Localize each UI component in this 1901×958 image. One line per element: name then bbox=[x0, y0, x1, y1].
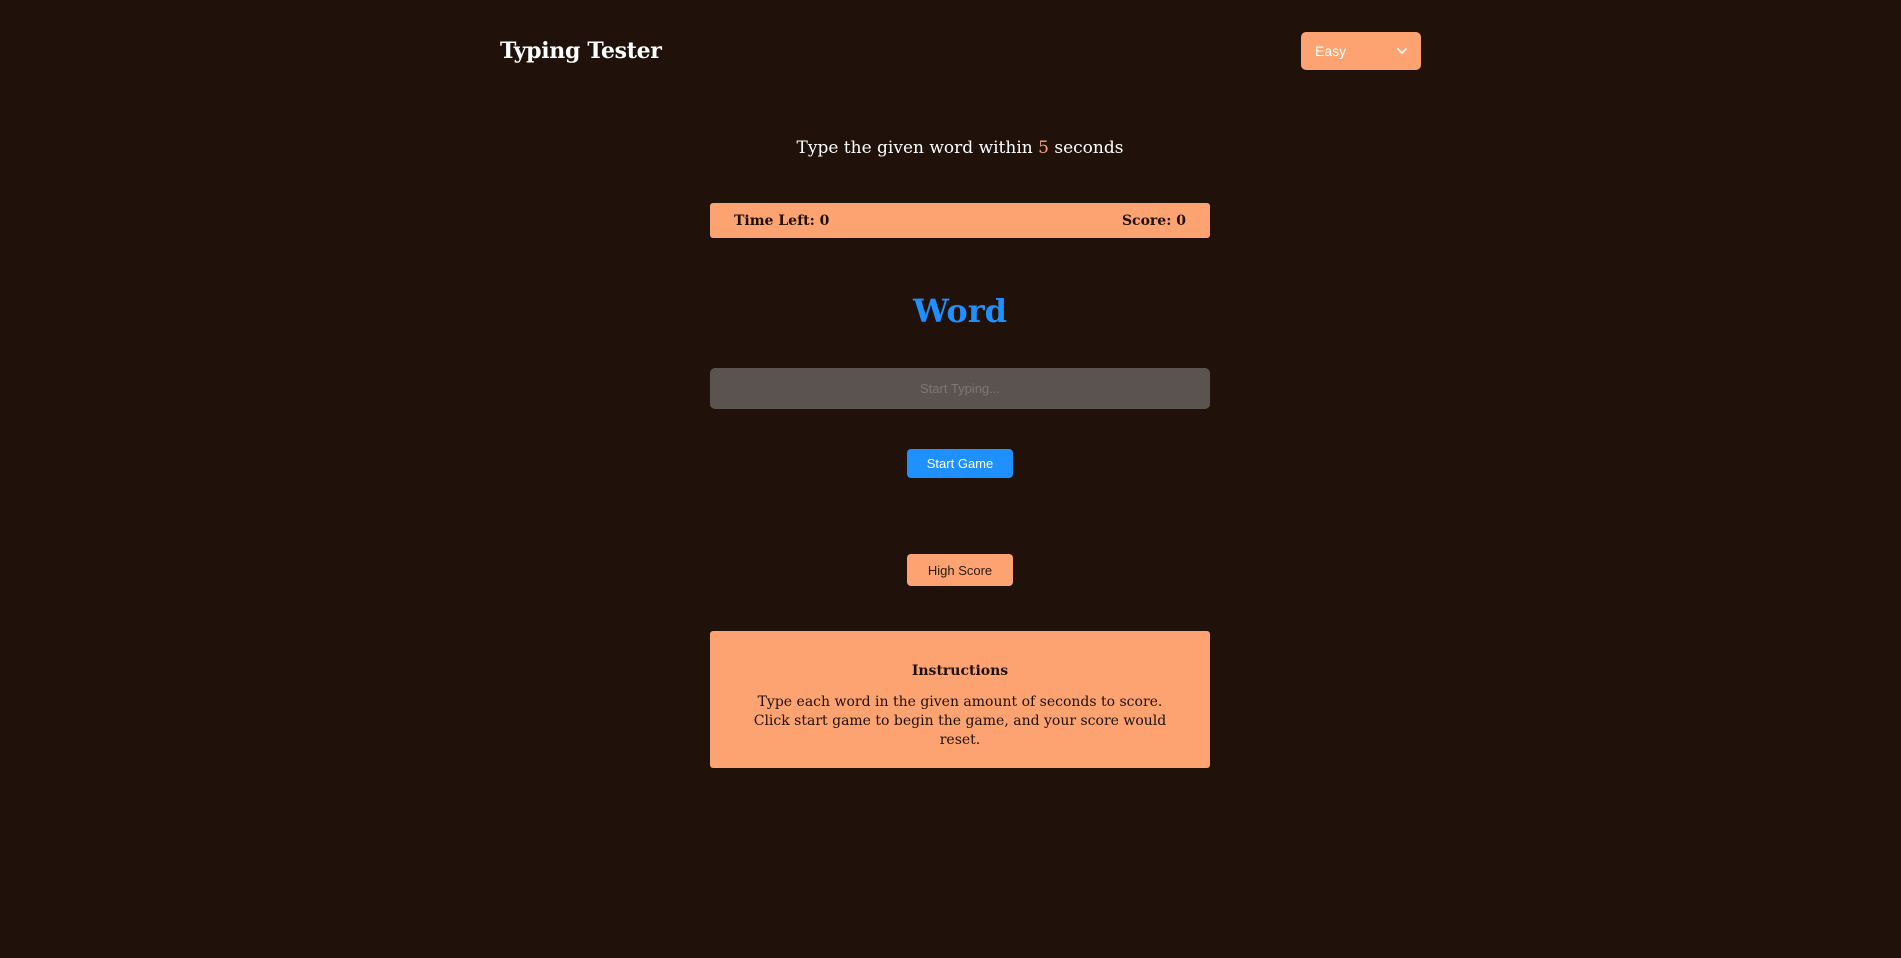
time-left: Time Left: 0 bbox=[734, 213, 829, 229]
time-left-value: 0 bbox=[819, 212, 830, 229]
chevron-down-icon bbox=[1397, 48, 1407, 54]
high-score-button[interactable]: High Score bbox=[907, 554, 1013, 586]
score-value: 0 bbox=[1176, 212, 1186, 229]
prompt-after: seconds bbox=[1054, 138, 1124, 158]
difficulty-select[interactable]: Easy bbox=[1301, 32, 1421, 70]
start-game-button[interactable]: Start Game bbox=[907, 449, 1013, 478]
typing-input[interactable] bbox=[710, 368, 1210, 409]
prompt-text: Type the given word within 5 seconds bbox=[710, 138, 1210, 158]
current-word: Word bbox=[913, 292, 1007, 330]
score-label: Score: bbox=[1121, 212, 1172, 229]
status-bar: Time Left: 0 Score: 0 bbox=[710, 203, 1210, 238]
app-title: Typing Tester bbox=[500, 38, 662, 64]
header: Typing Tester Easy bbox=[500, 32, 1421, 72]
instructions-text: Type each word in the given amount of se… bbox=[753, 694, 1167, 748]
difficulty-selected-value: Easy bbox=[1315, 43, 1347, 59]
prompt-before: Type the given word within bbox=[796, 138, 1033, 158]
score: Score: 0 bbox=[1122, 213, 1186, 229]
prompt-seconds: 5 bbox=[1038, 138, 1049, 158]
instructions-title: Instructions bbox=[911, 663, 1009, 679]
instructions-panel: Instructions Type each word in the given… bbox=[710, 631, 1210, 768]
time-left-label: Time Left: bbox=[734, 212, 815, 229]
